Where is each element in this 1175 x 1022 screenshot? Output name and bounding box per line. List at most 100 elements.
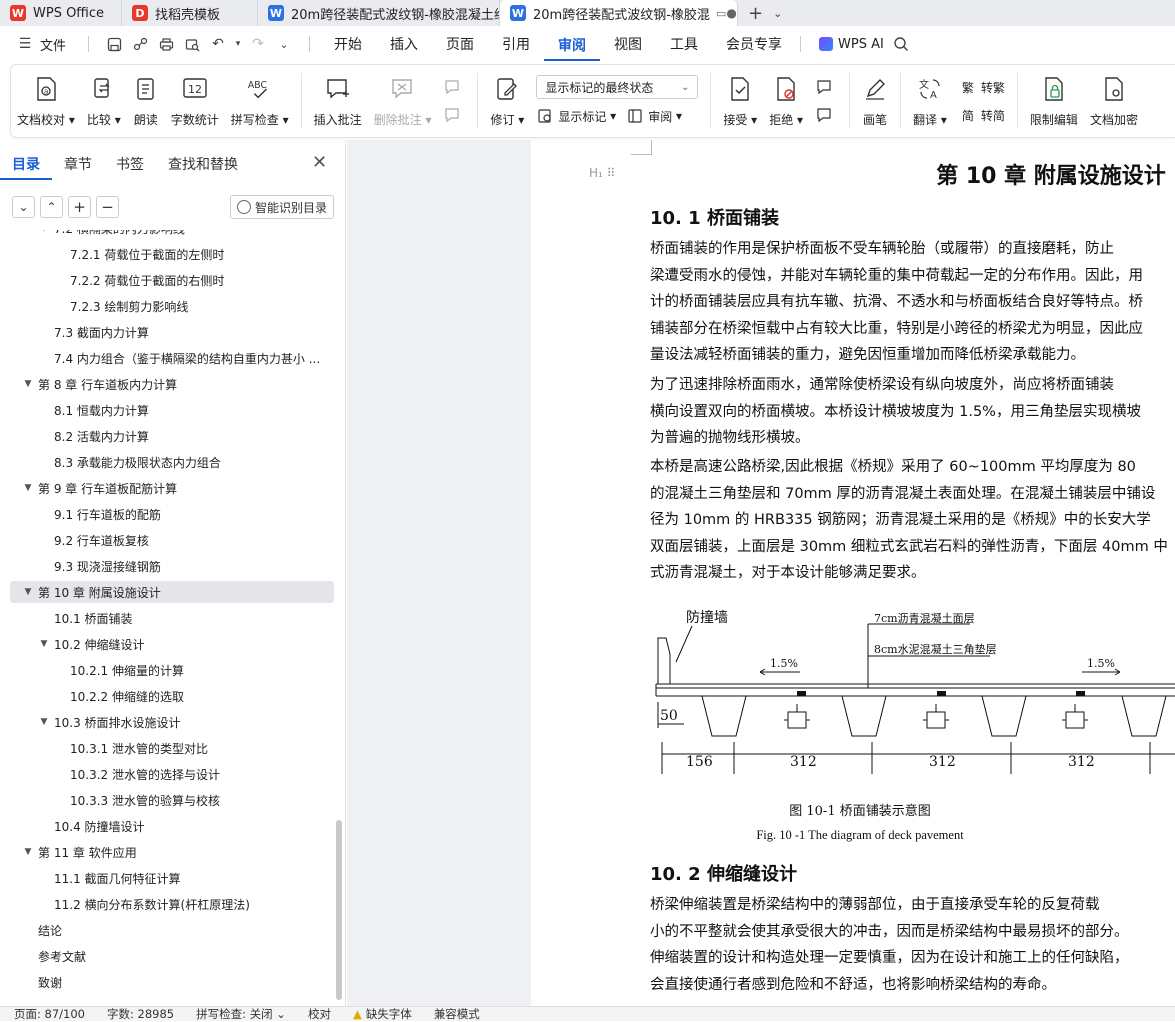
- toc-item[interactable]: 11.2 横向分布系数计算(杆杠原理法): [10, 893, 334, 915]
- menu-references[interactable]: 引用: [488, 26, 544, 62]
- toc-item[interactable]: 10.3.2 泄水管的选择与设计: [10, 763, 334, 785]
- expand-up-icon[interactable]: ⌃: [40, 196, 63, 218]
- expand-arrow-icon[interactable]: ▼: [36, 639, 52, 649]
- read-aloud-button[interactable]: 朗读: [127, 71, 165, 131]
- toc-item[interactable]: 10.3.3 泄水管的验算与校核: [10, 789, 334, 811]
- tab-list-chevron-icon[interactable]: ⌄: [773, 0, 792, 26]
- toc-item[interactable]: 结论: [10, 919, 334, 941]
- menu-insert[interactable]: 插入: [376, 26, 432, 62]
- toc-item[interactable]: 10.2.2 伸缩缝的选取: [10, 685, 334, 707]
- toc-item[interactable]: 9.1 行车道板的配筋: [10, 503, 334, 525]
- collapse-down-icon[interactable]: ⌄: [12, 196, 35, 218]
- search-icon[interactable]: [890, 33, 912, 55]
- tab-bookmarks[interactable]: 书签: [104, 154, 156, 174]
- to-traditional-button[interactable]: 繁 转繁: [959, 76, 1005, 98]
- menu-review[interactable]: 审阅: [544, 31, 601, 61]
- translate-button[interactable]: 文A 翻译 ▾: [907, 71, 953, 131]
- toc-item[interactable]: 9.3 现浇湿接缝钢筋: [10, 555, 334, 577]
- expand-arrow-icon[interactable]: ▼: [36, 717, 52, 727]
- pen-button[interactable]: 画笔: [856, 71, 894, 131]
- undo-dropdown-icon[interactable]: ▾: [233, 33, 243, 55]
- toc-scrollbar[interactable]: [336, 820, 342, 1000]
- toc-item[interactable]: 7.2.2 荷载位于截面的右侧时: [10, 269, 334, 291]
- tab-chapters[interactable]: 章节: [52, 154, 104, 174]
- toc-item[interactable]: 11.1 截面几何特征计算: [10, 867, 334, 889]
- toc-item[interactable]: ▼ 第 10 章 附属设施设计: [10, 581, 334, 603]
- restrict-edit-button[interactable]: 限制编辑: [1024, 71, 1084, 131]
- menu-member[interactable]: 会员专享: [712, 26, 796, 62]
- tab-wps-office[interactable]: W WPS Office: [0, 0, 122, 26]
- spell-check-status[interactable]: 拼写检查: 关闭 ⌄: [196, 1006, 286, 1022]
- review-pane-button[interactable]: 审阅 ▾: [626, 105, 682, 127]
- next-change-icon[interactable]: [815, 104, 837, 126]
- toc-item[interactable]: 10.1 桥面铺装: [10, 607, 334, 629]
- tab-toc[interactable]: 目录: [0, 154, 52, 180]
- print-preview-icon[interactable]: [181, 33, 203, 55]
- missing-font-status[interactable]: ▲ 缺失字体: [353, 1006, 412, 1022]
- file-menu[interactable]: 文件: [40, 35, 66, 54]
- toc-item[interactable]: 8.2 活载内力计算: [10, 425, 334, 447]
- toc-item[interactable]: 9.2 行车道板复核: [10, 529, 334, 551]
- doc-encrypt-button[interactable]: 文档加密: [1084, 71, 1144, 131]
- toc-item[interactable]: 7.2.1 荷载位于截面的左侧时: [10, 243, 334, 265]
- new-tab-button[interactable]: +: [738, 0, 773, 26]
- prev-comment-icon[interactable]: [443, 76, 465, 98]
- save-icon[interactable]: [103, 33, 125, 55]
- toc-item[interactable]: ▼ 第 9 章 行车道板配筋计算: [10, 477, 334, 499]
- toc-item[interactable]: 7.4 内力组合（鉴于横隔梁的结构自重内力甚小 ...: [10, 347, 334, 369]
- next-comment-icon[interactable]: [443, 104, 465, 126]
- tab-find-replace[interactable]: 查找和替换: [156, 154, 250, 174]
- delete-comment-button[interactable]: 删除批注 ▾: [368, 71, 438, 131]
- show-markup-button[interactable]: 显示标记 ▾: [536, 105, 616, 127]
- toc-item[interactable]: 10.3.1 泄水管的类型对比: [10, 737, 334, 759]
- menu-home[interactable]: 开始: [320, 26, 376, 62]
- doc-check-button[interactable]: a 文档校对 ▾: [11, 71, 81, 131]
- unsaved-dot-icon[interactable]: ●: [726, 6, 736, 20]
- menu-view[interactable]: 视图: [600, 26, 656, 62]
- smart-toc-button[interactable]: 智能识别目录: [230, 195, 335, 219]
- compare-button[interactable]: 比较 ▾: [81, 71, 127, 131]
- proofread-status[interactable]: 校对: [308, 1006, 331, 1022]
- insert-comment-button[interactable]: 插入批注: [308, 71, 368, 131]
- close-icon[interactable]: ✕: [312, 152, 327, 173]
- toc-item[interactable]: ▼ 10.2 伸缩缝设计: [10, 633, 334, 655]
- expand-arrow-icon[interactable]: ▼: [20, 483, 36, 493]
- expand-arrow-icon[interactable]: ▼: [20, 379, 36, 389]
- toc-item[interactable]: 致谢: [10, 971, 334, 993]
- revise-button[interactable]: 修订 ▾: [484, 71, 530, 131]
- tab-document-1[interactable]: W 20m跨径装配式波纹钢-橡胶混凝土组: [258, 0, 500, 26]
- tab-document-active[interactable]: W 20m跨径装配式波纹钢-橡胶混 ▭ ●: [500, 0, 738, 26]
- expand-arrow-icon[interactable]: ▼: [20, 847, 36, 857]
- toc-item[interactable]: 10.4 防撞墙设计: [10, 815, 334, 837]
- wps-ai-button[interactable]: WPS AI: [805, 37, 890, 52]
- toc-item[interactable]: 8.3 承载能力极限状态内力组合: [10, 451, 334, 473]
- share-icon[interactable]: [129, 33, 151, 55]
- expand-arrow-icon[interactable]: ▼: [20, 587, 36, 597]
- toc-item[interactable]: ▼ 10.3 桥面排水设施设计: [10, 711, 334, 733]
- remove-heading-icon[interactable]: −: [96, 196, 119, 218]
- more-chevron-icon[interactable]: ⌄: [273, 33, 295, 55]
- reject-button[interactable]: 拒绝 ▾: [763, 71, 809, 131]
- word-count-indicator[interactable]: 字数: 28985: [107, 1006, 174, 1022]
- undo-icon[interactable]: ↶: [207, 33, 229, 55]
- toc-item[interactable]: 7.2.3 绘制剪力影响线: [10, 295, 334, 317]
- markup-state-select[interactable]: 显示标记的最终状态 ⌄: [536, 75, 699, 99]
- tab-template[interactable]: D 找稻壳模板: [122, 0, 258, 26]
- expand-arrow-icon[interactable]: ▼: [36, 230, 52, 233]
- hamburger-menu-icon[interactable]: ☰: [14, 33, 36, 55]
- toc-item[interactable]: 10.2.1 伸缩量的计算: [10, 659, 334, 681]
- menu-tools[interactable]: 工具: [656, 26, 712, 62]
- toc-item[interactable]: ▼ 第 8 章 行车道板内力计算: [10, 373, 334, 395]
- toc-item[interactable]: ▼ 第 11 章 软件应用: [10, 841, 334, 863]
- menu-page[interactable]: 页面: [432, 26, 488, 62]
- to-simplified-button[interactable]: 简 转简: [959, 104, 1005, 126]
- page-indicator[interactable]: 页面: 87/100: [14, 1006, 85, 1022]
- toc-item[interactable]: 7.3 截面内力计算: [10, 321, 334, 343]
- add-heading-icon[interactable]: +: [68, 196, 91, 218]
- word-count-button[interactable]: 12 字数统计: [165, 71, 225, 131]
- prev-change-icon[interactable]: [815, 76, 837, 98]
- redo-icon[interactable]: ↷: [247, 33, 269, 55]
- toc-item[interactable]: 8.1 恒载内力计算: [10, 399, 334, 421]
- spell-check-button[interactable]: ABC 拼写检查 ▾: [225, 71, 295, 131]
- toc-item[interactable]: 参考文献: [10, 945, 334, 967]
